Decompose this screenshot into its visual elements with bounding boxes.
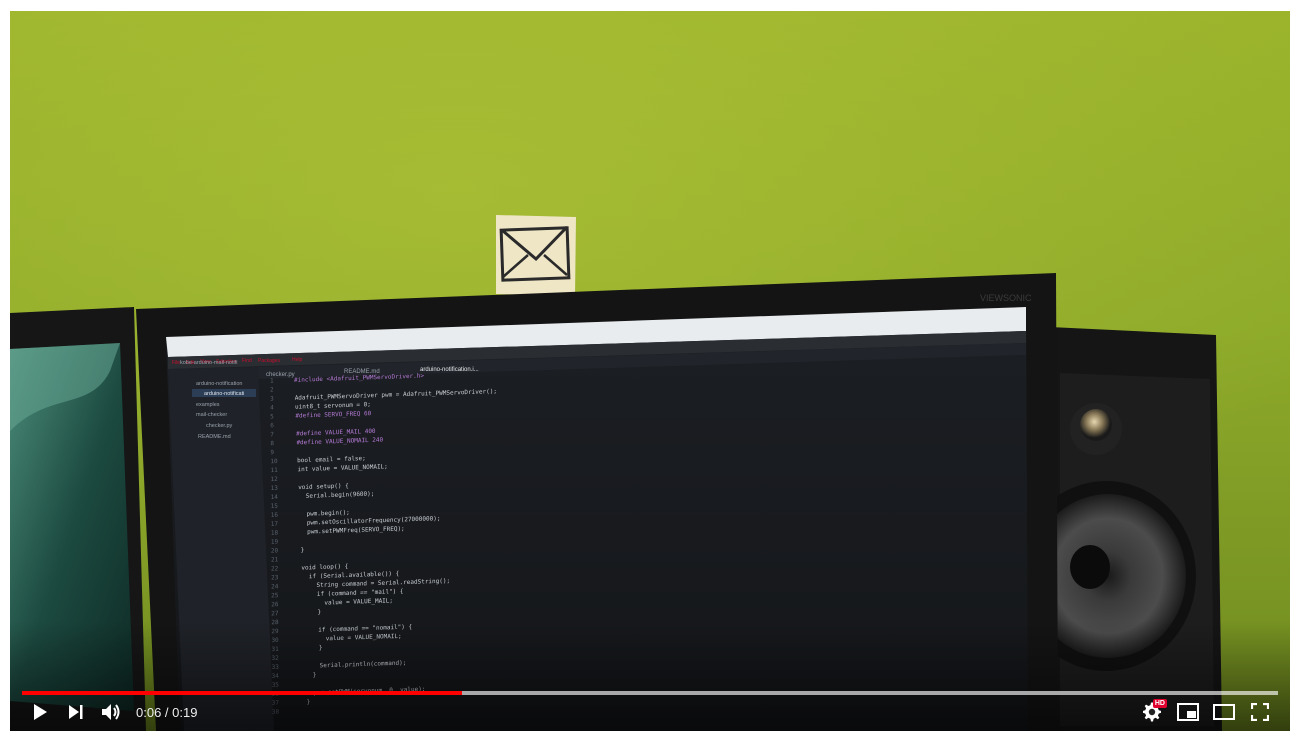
line-number: 5 <box>270 413 274 420</box>
play-icon <box>34 704 47 720</box>
svg-text:Find: Find <box>242 358 252 364</box>
svg-text:checker.py: checker.py <box>206 423 233 429</box>
fullscreen-icon <box>1251 703 1269 721</box>
video-player[interactable]: VIEWSONIC File Edit View Selection Find Pack… <box>10 11 1290 731</box>
line-number: 16 <box>271 512 279 519</box>
svg-text:Packages: Packages <box>258 358 280 364</box>
line-number: 6 <box>270 422 274 429</box>
main-monitor: VIEWSONIC File Edit View Selection Find Pack… <box>136 273 1058 731</box>
left-monitor <box>10 307 146 731</box>
line-number: 7 <box>270 431 274 438</box>
svg-text:mail-checker: mail-checker <box>196 412 227 418</box>
line-number: 4 <box>270 404 274 411</box>
line-number: 17 <box>271 521 279 528</box>
svg-text:README.md: README.md <box>198 434 231 440</box>
volume-icon <box>102 704 120 720</box>
hd-badge: HD <box>1152 699 1167 708</box>
line-number: 23 <box>271 574 279 581</box>
time-display: 0:06 / 0:19 <box>136 705 197 720</box>
settings-button[interactable]: HD <box>1134 697 1170 727</box>
volume-button[interactable] <box>94 697 130 727</box>
code-line: } <box>305 644 323 652</box>
line-number: 28 <box>271 619 279 626</box>
line-number: 26 <box>271 601 279 608</box>
line-number: 34 <box>272 673 280 680</box>
line-number: 3 <box>270 395 274 402</box>
line-number: 22 <box>271 565 279 572</box>
theater-icon <box>1213 704 1235 720</box>
line-number: 25 <box>271 592 279 599</box>
play-button[interactable] <box>22 697 58 727</box>
svg-text:examples: examples <box>196 402 220 408</box>
svg-text:arduino-notificati: arduino-notificati <box>204 391 244 397</box>
line-number: 11 <box>271 467 279 474</box>
line-number: 35 <box>272 682 280 689</box>
line-number: 15 <box>271 503 279 510</box>
line-number: 20 <box>271 547 279 554</box>
line-number: 27 <box>271 610 279 617</box>
line-number: 9 <box>270 449 274 456</box>
time-separator: / <box>161 704 173 720</box>
line-number: 1 <box>270 378 274 385</box>
line-number: 24 <box>271 583 279 590</box>
code-line: } <box>306 671 317 678</box>
svg-text:kobe-arduino-mail-notifi: kobe-arduino-mail-notifi <box>180 360 237 366</box>
line-number: 21 <box>271 556 279 563</box>
line-number: 32 <box>272 655 280 662</box>
next-icon <box>69 705 83 719</box>
svg-text:VIEWSONIC: VIEWSONIC <box>980 293 1032 303</box>
line-number: 18 <box>271 530 279 537</box>
code-line: } <box>301 547 305 554</box>
miniplayer-icon <box>1177 703 1199 721</box>
line-number: 33 <box>272 664 280 671</box>
line-number: 19 <box>271 538 279 545</box>
progress-bar[interactable] <box>22 691 1278 695</box>
line-number: 14 <box>271 494 279 501</box>
svg-text:arduino-notification.i...: arduino-notification.i... <box>420 367 479 373</box>
line-number: 29 <box>271 628 279 635</box>
envelope-icon <box>496 215 576 296</box>
line-number: 12 <box>271 476 279 483</box>
svg-text:arduino-notification: arduino-notification <box>196 381 242 387</box>
line-number: 30 <box>271 637 279 644</box>
line-number: 10 <box>270 458 278 465</box>
line-number: 2 <box>270 386 274 393</box>
line-number: 13 <box>271 485 279 492</box>
fullscreen-button[interactable] <box>1242 697 1278 727</box>
svg-text:Help: Help <box>292 357 303 363</box>
player-controls: 0:06 / 0:19 HD <box>22 697 1278 727</box>
code-line: } <box>303 609 321 617</box>
theater-mode-button[interactable] <box>1206 697 1242 727</box>
progress-played <box>22 691 462 695</box>
line-number: 8 <box>270 440 274 447</box>
time-total: 0:19 <box>172 704 198 720</box>
video-frame[interactable]: VIEWSONIC File Edit View Selection Find Pack… <box>10 11 1290 731</box>
line-number: 31 <box>272 646 280 653</box>
next-button[interactable] <box>58 697 94 727</box>
miniplayer-button[interactable] <box>1170 697 1206 727</box>
time-current: 0:06 <box>136 704 162 720</box>
